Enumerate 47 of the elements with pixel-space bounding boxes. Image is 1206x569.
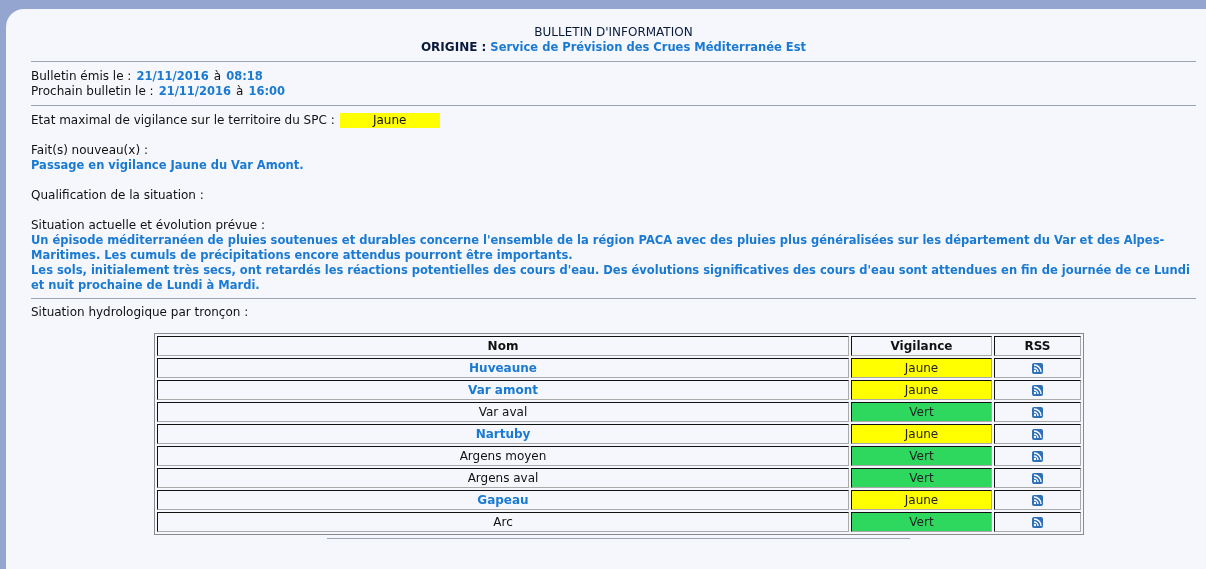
rss-icon[interactable] <box>1032 406 1043 418</box>
issued-date: 21/11/2016 <box>136 69 209 84</box>
next-separator: à <box>236 84 244 99</box>
vigilance-level: Vert <box>851 446 992 466</box>
rss-icon[interactable] <box>1032 384 1043 396</box>
section-name: Arc <box>157 512 849 532</box>
origin-value: Service de Prévision des Crues Méditerranée Est <box>490 40 807 55</box>
next-time: 16:00 <box>248 84 286 99</box>
next-label: Prochain bulletin le : <box>31 84 154 99</box>
vigilance-level: Vert <box>851 512 992 532</box>
rss-icon[interactable] <box>1032 450 1043 462</box>
section-name[interactable]: Var amont <box>157 380 849 400</box>
rss-icon[interactable] <box>1032 362 1043 374</box>
section-name: Argens aval <box>157 468 849 488</box>
section-name[interactable]: Gapeau <box>157 490 849 510</box>
bulletin-title: BULLETIN D'INFORMATION <box>534 25 693 40</box>
issued-time: 08:18 <box>226 69 263 84</box>
section-name[interactable]: Huveaune <box>157 358 849 378</box>
section-name: Argens moyen <box>157 446 849 466</box>
section-name[interactable]: Nartuby <box>157 424 849 444</box>
rss-icon[interactable] <box>1032 428 1043 440</box>
rss-icon[interactable] <box>1032 494 1043 506</box>
section-name: Var aval <box>157 402 849 422</box>
vigilance-level: Vert <box>851 468 992 488</box>
news-label: Fait(s) nouveau(x) : <box>31 143 149 158</box>
hydro-label: Situation hydrologique par tronçon : <box>31 305 250 320</box>
situation-label: Situation actuelle et évolution prévue : <box>31 218 266 233</box>
rss-icon[interactable] <box>1032 516 1043 528</box>
news-text: Passage en vigilance Jaune du Var Amont. <box>31 158 305 173</box>
issued-label: Bulletin émis le : <box>31 69 132 84</box>
column-header: Nom <box>157 336 849 356</box>
situation-paragraph: Les sols, initialement très secs, ont retardés les réactions potentielles des cours d'eau. Des évolutions significatives des cours d'eau sont attendues en fin de journée de ce Lundi et nuit prochaine de Lundi à Mardi. <box>31 263 1191 293</box>
qualification-label: Qualification de la situation : <box>31 188 205 203</box>
situation-paragraph: Un épisode méditerranéen de pluies soutenues et durables concerne l'ensemble de la région PACA avec des pluies plus généralisées sur les département du Var et des Alpes-Maritimes. Les cumuls de précipitations encore attendus pourront être importants. <box>31 233 1166 263</box>
vigilance-level: Vert <box>851 402 992 422</box>
issued-separator: à <box>213 69 222 84</box>
origin-label: ORIGINE : <box>420 40 487 55</box>
column-header: Vigilance <box>851 336 992 356</box>
next-date: 21/11/2016 <box>158 84 232 99</box>
max-state-label: Etat maximal de vigilance sur le territoire du SPC : <box>31 113 335 128</box>
vigilance-level: Jaune <box>851 380 992 400</box>
vigilance-level: Jaune <box>851 358 992 378</box>
vigilance-level: Jaune <box>851 424 992 444</box>
vigilance-level: Jaune <box>851 490 992 510</box>
rss-icon[interactable] <box>1032 472 1043 484</box>
column-header: RSS <box>994 336 1081 356</box>
max-state-badge: Jaune <box>339 113 440 128</box>
